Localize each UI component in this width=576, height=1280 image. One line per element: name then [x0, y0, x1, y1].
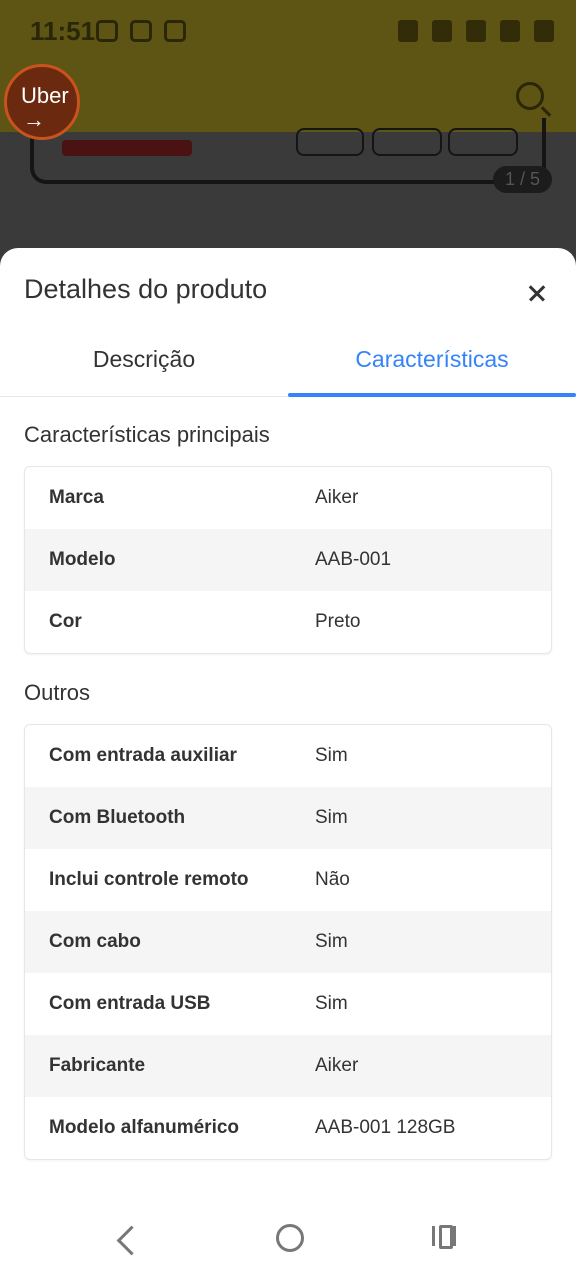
navigation-bar	[0, 1208, 576, 1280]
other-specs-table: Com entrada auxiliar Sim Com Bluetooth S…	[24, 724, 552, 1160]
spec-value: Aiker	[315, 487, 359, 508]
spec-label: Com entrada auxiliar	[49, 745, 237, 766]
table-row: Com entrada USB Sim	[25, 973, 551, 1035]
recents-box	[439, 1225, 453, 1249]
image-pager: 1 / 5	[492, 166, 552, 193]
sheet-title: Detalhes do produto	[24, 274, 268, 304]
spec-label: Cor	[49, 611, 82, 632]
spec-value: Sim	[315, 807, 348, 828]
table-row: Com entrada auxiliar Sim	[25, 725, 551, 787]
product-image-chip	[448, 128, 518, 156]
spec-label: Fabricante	[49, 1055, 146, 1076]
status-time: 11:51	[30, 16, 96, 46]
battery-icon	[534, 20, 554, 42]
wallet-icon	[164, 20, 186, 42]
spec-label: Com entrada USB	[49, 993, 211, 1014]
table-row: Cor Preto	[25, 591, 551, 653]
table-row: Marca Aiker	[25, 467, 551, 529]
bluetooth-icon	[432, 20, 452, 42]
spec-label: Inclui controle remoto	[49, 869, 249, 890]
product-image-label	[62, 140, 192, 156]
recent-apps-icon[interactable]	[432, 1224, 456, 1249]
system-status-icons	[398, 20, 554, 42]
spec-label: Com Bluetooth	[49, 807, 186, 828]
tab-caracteristicas[interactable]: Características	[288, 330, 576, 396]
tab-bar: Descrição Características	[0, 330, 576, 397]
spec-value: Sim	[315, 931, 348, 952]
table-row: Modelo AAB-001	[25, 529, 551, 591]
product-details-sheet: Detalhes do produto Descrição Caracterís…	[0, 248, 576, 1280]
active-tab-indicator	[288, 393, 576, 397]
table-row: Modelo alfanumérico AAB-001 128GB	[25, 1097, 551, 1159]
table-row: Com Bluetooth Sim	[25, 787, 551, 849]
table-row: Inclui controle remoto Não	[25, 849, 551, 911]
spec-value: AAB-001 128GB	[315, 1117, 456, 1138]
whatsapp-icon	[96, 20, 118, 42]
arrow-right-icon: →	[23, 107, 45, 132]
spec-value: Aiker	[315, 1055, 359, 1076]
status-bar: 11:51	[0, 0, 576, 64]
home-icon[interactable]	[276, 1224, 304, 1252]
notification-icons	[96, 20, 186, 42]
spec-value: Preto	[315, 611, 361, 632]
tab-descricao[interactable]: Descrição	[0, 330, 288, 396]
spec-label: Marca	[49, 487, 104, 508]
uber-bubble-label: Uber	[21, 83, 69, 108]
spec-value: AAB-001	[315, 549, 392, 570]
main-specs-table: Marca Aiker Modelo AAB-001 Cor Preto	[24, 466, 552, 654]
spec-value: Sim	[315, 993, 348, 1014]
spec-value: Não	[315, 869, 350, 890]
product-image-chip	[372, 128, 442, 156]
recents-bar-left	[432, 1226, 435, 1246]
recents-bar-right	[453, 1226, 456, 1246]
signal-icon	[500, 20, 520, 42]
section-title-others: Outros	[24, 680, 91, 705]
uber-floating-bubble[interactable]: Uber →	[4, 64, 80, 140]
table-row: Com cabo Sim	[25, 911, 551, 973]
product-image-chip	[296, 128, 364, 156]
table-row: Fabricante Aiker	[25, 1035, 551, 1097]
section-title-main: Características principais	[24, 422, 270, 447]
spec-label: Modelo alfanumérico	[49, 1117, 240, 1138]
close-icon[interactable]	[522, 278, 554, 310]
message-icon	[130, 20, 152, 42]
back-icon[interactable]	[116, 1225, 147, 1256]
spec-label: Com cabo	[49, 931, 141, 952]
search-icon	[516, 82, 544, 110]
alarm-icon	[398, 20, 418, 42]
spec-label: Modelo	[49, 549, 116, 570]
spec-value: Sim	[315, 745, 348, 766]
location-icon	[466, 20, 486, 42]
